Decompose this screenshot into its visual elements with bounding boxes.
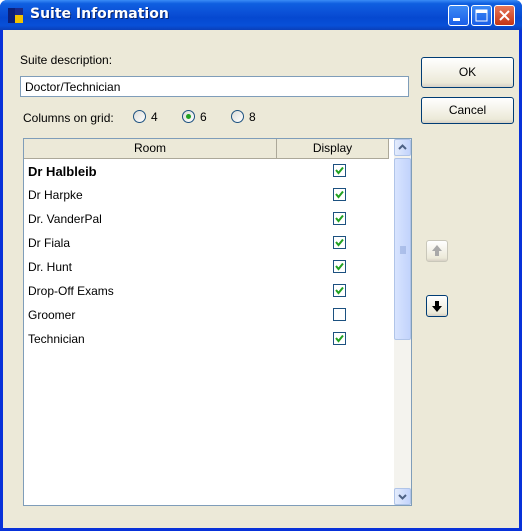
columns-radio-group: 4 6 8 xyxy=(133,110,273,124)
display-checkbox[interactable] xyxy=(333,164,346,177)
cancel-button[interactable]: Cancel xyxy=(421,97,514,124)
room-name: Drop-Off Exams xyxy=(28,284,114,298)
display-checkbox[interactable] xyxy=(333,236,346,249)
table-row[interactable]: Dr. VanderPal xyxy=(24,207,389,231)
arrow-up-icon xyxy=(432,245,442,256)
grid-vertical-scrollbar[interactable] xyxy=(394,139,411,505)
room-name: Dr. Hunt xyxy=(28,260,73,274)
table-row[interactable]: Groomer xyxy=(24,303,389,327)
display-checkbox[interactable] xyxy=(333,308,346,321)
display-checkbox[interactable] xyxy=(333,284,346,297)
suite-description-label: Suite description: xyxy=(20,53,113,67)
check-icon xyxy=(335,262,344,271)
check-icon xyxy=(335,166,344,175)
table-row[interactable]: Drop-Off Exams xyxy=(24,279,389,303)
title-bar[interactable]: Suite Information xyxy=(0,0,522,30)
grip-icon xyxy=(400,246,406,254)
table-row[interactable]: Dr Harpke xyxy=(24,183,389,207)
table-row[interactable]: Technician xyxy=(24,327,389,351)
chevron-up-icon xyxy=(398,144,407,150)
arrow-down-icon xyxy=(432,301,442,312)
table-row[interactable]: Dr Fiala xyxy=(24,231,389,255)
ok-button[interactable]: OK xyxy=(421,57,514,88)
radio-columns-8[interactable] xyxy=(231,110,244,123)
columns-on-grid-label: Columns on grid: xyxy=(23,111,114,125)
radio-columns-8-label: 8 xyxy=(249,110,256,124)
room-name: Dr Fiala xyxy=(28,236,71,250)
rooms-grid: Room Display Dr Halbleib Dr Harpke Dr. V… xyxy=(23,138,412,506)
room-name: Dr. VanderPal xyxy=(28,212,102,226)
room-name: Technician xyxy=(28,332,85,346)
room-name: Groomer xyxy=(28,308,76,322)
radio-columns-6[interactable] xyxy=(182,110,195,123)
display-checkbox[interactable] xyxy=(333,188,346,201)
suite-description-input[interactable] xyxy=(20,76,409,97)
minimize-button[interactable] xyxy=(448,5,469,26)
check-icon xyxy=(335,238,344,247)
check-icon xyxy=(335,190,344,199)
app-icon xyxy=(8,8,23,23)
column-header-display[interactable]: Display xyxy=(277,139,389,158)
minimize-icon xyxy=(453,18,460,21)
maximize-icon xyxy=(475,9,488,22)
table-row[interactable]: Dr Halbleib xyxy=(24,159,389,183)
close-icon xyxy=(499,10,510,21)
window-title: Suite Information xyxy=(30,6,169,22)
chevron-down-icon xyxy=(398,494,407,500)
display-checkbox[interactable] xyxy=(333,260,346,273)
check-icon xyxy=(335,286,344,295)
check-icon xyxy=(335,214,344,223)
grid-header: Room Display xyxy=(24,139,389,159)
room-name: Dr Halbleib xyxy=(28,164,97,179)
radio-columns-4-label: 4 xyxy=(151,110,158,124)
column-header-room[interactable]: Room xyxy=(24,139,277,158)
scroll-up-button[interactable] xyxy=(394,139,411,156)
room-name: Dr Harpke xyxy=(28,188,83,202)
suite-information-dialog: Suite Information Suite description: OK … xyxy=(0,0,522,531)
display-checkbox[interactable] xyxy=(333,332,346,345)
scroll-down-button[interactable] xyxy=(394,488,411,505)
radio-columns-4[interactable] xyxy=(133,110,146,123)
maximize-button[interactable] xyxy=(471,5,492,26)
scroll-thumb[interactable] xyxy=(394,158,411,340)
move-down-button[interactable] xyxy=(426,295,448,317)
move-up-button[interactable] xyxy=(426,240,448,262)
table-row[interactable]: Dr. Hunt xyxy=(24,255,389,279)
radio-columns-6-label: 6 xyxy=(200,110,207,124)
check-icon xyxy=(335,334,344,343)
close-button[interactable] xyxy=(494,5,515,26)
display-checkbox[interactable] xyxy=(333,212,346,225)
